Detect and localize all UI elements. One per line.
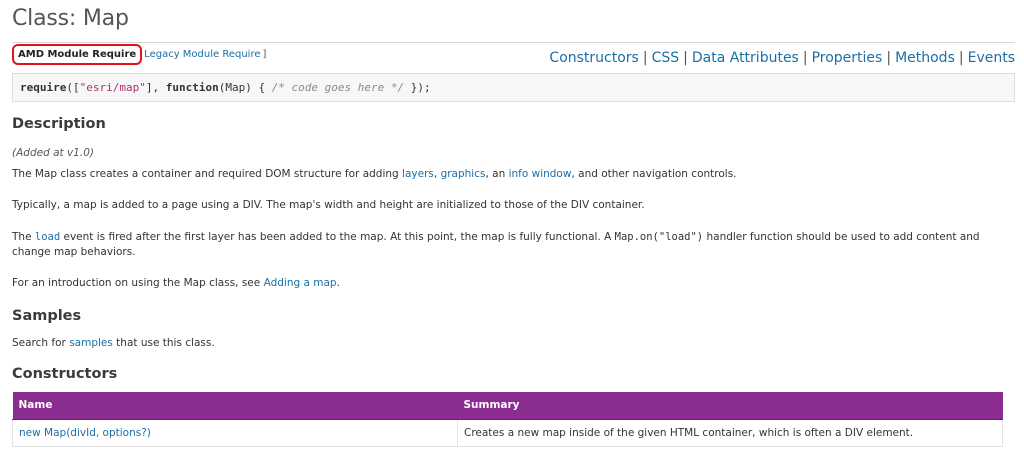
description-paragraph-3: The load event is fired after the first … bbox=[12, 230, 1012, 260]
description-paragraph-2: Typically, a map is added to a page usin… bbox=[12, 199, 645, 211]
nav-separator: | bbox=[886, 50, 892, 66]
title-divider bbox=[12, 42, 1015, 43]
description-heading: Description bbox=[12, 116, 106, 132]
nav-separator: | bbox=[802, 50, 808, 66]
description-paragraph-4: For an introduction on using the Map cla… bbox=[12, 276, 340, 291]
constructor-summary-cell: Creates a new map inside of the given HT… bbox=[457, 419, 1003, 447]
code-text: ], bbox=[145, 81, 166, 94]
table-header-row: Name Summary bbox=[12, 392, 1003, 420]
constructors-table: Name Summary new Map(divId, options?) Cr… bbox=[12, 392, 1003, 447]
code-comment: /* code goes here */ bbox=[271, 81, 405, 94]
nav-link-properties[interactable]: Properties bbox=[812, 50, 883, 66]
constructors-heading: Constructors bbox=[12, 366, 118, 382]
text: . bbox=[336, 277, 340, 289]
text: Search for bbox=[12, 337, 70, 349]
text: , an bbox=[485, 168, 509, 180]
page-title: Class: Map bbox=[12, 6, 129, 31]
nav-link-css[interactable]: CSS bbox=[652, 50, 680, 66]
code-text: ([ bbox=[66, 81, 80, 94]
added-at-version: (Added at v1.0) bbox=[12, 147, 94, 159]
tab-bracket: ] bbox=[262, 49, 267, 60]
code-keyword-function: function bbox=[165, 81, 219, 94]
column-header-name: Name bbox=[12, 392, 458, 420]
require-tabs: AMD Module Require Legacy Module Require… bbox=[12, 44, 266, 65]
tab-legacy-module-require[interactable]: Legacy Module Require bbox=[144, 49, 260, 60]
text: The Map class creates a container and re… bbox=[12, 168, 403, 180]
text: , bbox=[433, 168, 441, 180]
samples-heading: Samples bbox=[12, 308, 82, 324]
text: The bbox=[12, 231, 35, 243]
link-info-window[interactable]: info window bbox=[509, 168, 572, 180]
nav-link-constructors[interactable]: Constructors bbox=[549, 50, 638, 66]
code-keyword-require: require bbox=[20, 81, 67, 94]
code-string: "esri/map" bbox=[79, 81, 146, 94]
column-header-summary: Summary bbox=[457, 392, 1003, 420]
code-text: }); bbox=[404, 81, 431, 94]
link-graphics[interactable]: graphics bbox=[441, 168, 486, 180]
code-load-event[interactable]: load bbox=[35, 231, 60, 243]
code-snippet[interactable]: require(["esri/map"], function(Map) { /*… bbox=[12, 73, 1015, 102]
tab-amd-module-require[interactable]: AMD Module Require bbox=[12, 44, 143, 65]
text: , and other navigation controls. bbox=[571, 168, 737, 180]
nav-separator: | bbox=[683, 50, 688, 66]
nav-separator: | bbox=[642, 50, 648, 66]
link-layers[interactable]: layers bbox=[402, 168, 434, 180]
table-row: new Map(divId, options?) Creates a new m… bbox=[12, 419, 1003, 447]
text: For an introduction on using the Map cla… bbox=[12, 277, 264, 289]
code-map-on-load: Map.on("load") bbox=[614, 231, 704, 243]
text: that use this class. bbox=[112, 337, 215, 349]
nav-link-events[interactable]: Events bbox=[968, 50, 1015, 66]
samples-paragraph: Search for samples that use this class. bbox=[12, 336, 215, 351]
description-paragraph-1: The Map class creates a container and re… bbox=[12, 167, 737, 182]
link-samples[interactable]: samples bbox=[69, 337, 113, 349]
nav-link-data-attributes[interactable]: Data Attributes bbox=[692, 50, 799, 66]
code-text: (Map) { bbox=[218, 81, 272, 94]
link-constructor-new-map[interactable]: new Map(divId, options?) bbox=[19, 427, 151, 439]
nav-separator: | bbox=[958, 50, 964, 66]
text: event is fired after the first layer has… bbox=[60, 231, 615, 243]
constructor-name-cell: new Map(divId, options?) bbox=[12, 419, 458, 447]
nav-link-methods[interactable]: Methods bbox=[895, 50, 955, 66]
section-nav: Constructors | CSS | Data Attributes | Propert… bbox=[549, 50, 1015, 66]
link-adding-a-map[interactable]: Adding a map bbox=[264, 277, 337, 289]
